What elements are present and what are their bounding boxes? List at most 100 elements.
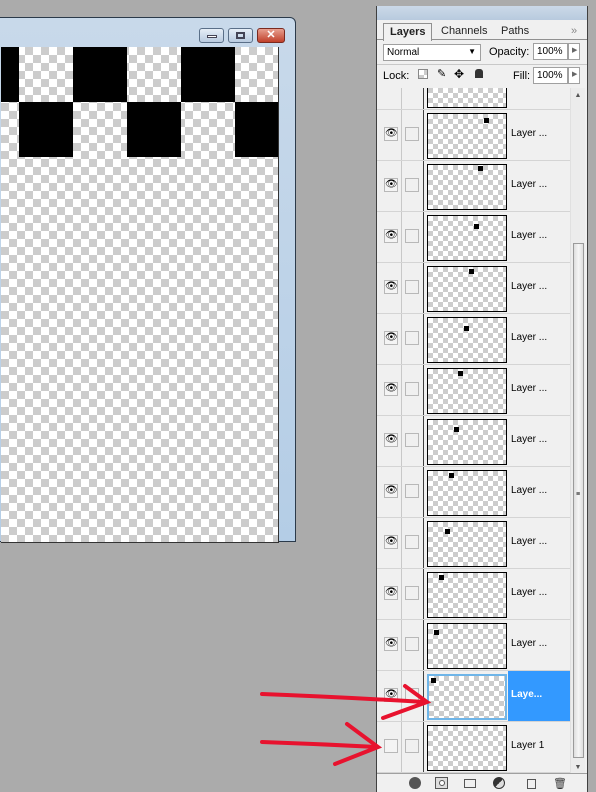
eye-icon[interactable]: 👁 — [384, 178, 398, 192]
layer-row[interactable]: 👁 Layer ... — [377, 365, 570, 416]
layer-name[interactable]: Layer ... — [508, 365, 570, 415]
eye-icon[interactable]: 👁 — [384, 127, 398, 141]
layers-panel: Layers Channels Paths » Normal ▼ Opacity:… — [376, 6, 588, 792]
blend-mode-select[interactable]: Normal ▼ — [383, 44, 481, 61]
annotation-arrow-2 — [260, 740, 379, 749]
layer-thumbnail — [427, 725, 507, 771]
adjustment-layer-icon[interactable] — [493, 777, 505, 789]
tab-paths[interactable]: Paths — [495, 23, 535, 40]
layer-row[interactable]: 👁 Layer ... — [377, 620, 570, 671]
layer-name[interactable]: Layer ... — [508, 212, 570, 262]
layer-name[interactable]: Layer ... — [508, 467, 570, 517]
layer-row[interactable]: Layer 1 — [377, 722, 570, 773]
eye-icon[interactable]: 👁 — [384, 382, 398, 396]
fill-slider-button[interactable]: ▶ — [568, 67, 580, 84]
layer-thumbnail — [427, 164, 507, 210]
opacity-input[interactable]: 100% — [533, 43, 568, 60]
eye-icon[interactable]: 👁 — [384, 484, 398, 498]
panel-menu-icon[interactable]: » — [565, 23, 583, 40]
image-canvas[interactable] — [1, 47, 279, 543]
eye-icon[interactable]: 👁 — [384, 229, 398, 243]
lock-paint-icon[interactable]: ✎ — [437, 67, 446, 80]
layer-row[interactable]: 👁 Layer ... — [377, 110, 570, 161]
delete-layer-icon[interactable]: 🗑 — [553, 777, 567, 790]
layer-link-toggle[interactable] — [405, 586, 419, 600]
lock-position-icon[interactable]: ✥ — [454, 67, 464, 81]
layer-link-toggle[interactable] — [405, 535, 419, 549]
restore-icon — [236, 32, 245, 39]
eye-icon[interactable]: 👁 — [384, 433, 398, 447]
scroll-up-icon[interactable]: ▲ — [571, 92, 585, 99]
layers-scrollbar[interactable]: ▲ ≡ ▼ — [570, 88, 585, 773]
layer-row[interactable]: 👁 Layer ... — [377, 212, 570, 263]
layer-thumbnail — [427, 113, 507, 159]
layer-link-toggle[interactable] — [405, 637, 419, 651]
layer-row[interactable]: 👁 Layer ... — [377, 263, 570, 314]
chevron-down-icon: ▼ — [468, 47, 476, 56]
layer-link-toggle[interactable] — [405, 127, 419, 141]
layer-row[interactable]: 👁 Layer ... — [377, 161, 570, 212]
layer-row[interactable]: 👁 Layer ... — [377, 467, 570, 518]
fill-input[interactable]: 100% — [533, 67, 568, 84]
visibility-toggle[interactable] — [384, 739, 398, 753]
fill-label: Fill: — [513, 70, 531, 82]
layer-link-toggle[interactable] — [405, 433, 419, 447]
eye-icon[interactable]: 👁 — [384, 637, 398, 651]
layer-thumbnail — [427, 419, 507, 465]
add-mask-icon[interactable] — [435, 777, 448, 789]
layer-name[interactable]: Layer ... — [508, 620, 570, 670]
layer-name[interactable]: Layer ... — [508, 161, 570, 211]
layer-name[interactable]: Layer 1 — [508, 722, 570, 772]
layer-thumbnail — [427, 674, 507, 720]
layer-name[interactable]: Layer ... — [508, 569, 570, 619]
layer-name[interactable]: Layer ... — [508, 263, 570, 313]
layer-link-toggle[interactable] — [405, 484, 419, 498]
lock-all-icon[interactable] — [475, 69, 483, 78]
layer-thumbnail — [427, 572, 507, 618]
layer-link-toggle[interactable] — [405, 229, 419, 243]
layer-name[interactable]: Layer ... — [508, 518, 570, 568]
layer-thumbnail — [427, 88, 507, 108]
tab-layers[interactable]: Layers — [383, 23, 433, 41]
layer-row[interactable]: 👁 Layer ... — [377, 569, 570, 620]
layer-row[interactable]: 👁 Layer ... — [377, 518, 570, 569]
minimize-button[interactable] — [199, 28, 224, 43]
layer-row[interactable]: 👁 Layer ... — [377, 314, 570, 365]
layer-thumbnail — [427, 470, 507, 516]
lock-label: Lock: — [383, 70, 410, 82]
eye-icon[interactable]: 👁 — [384, 331, 398, 345]
new-group-icon[interactable] — [464, 779, 476, 788]
layer-row-partial[interactable] — [377, 88, 570, 110]
layer-row[interactable]: 👁 Laye... — [377, 671, 570, 722]
layer-link-toggle[interactable] — [405, 178, 419, 192]
layer-row[interactable]: 👁 Layer ... — [377, 416, 570, 467]
scroll-down-icon[interactable]: ▼ — [571, 764, 585, 771]
layer-link-toggle[interactable] — [405, 280, 419, 294]
layer-link-toggle[interactable] — [405, 331, 419, 345]
eye-icon[interactable]: 👁 — [384, 280, 398, 294]
layer-name[interactable]: Layer ... — [508, 416, 570, 466]
eye-icon[interactable]: 👁 — [384, 535, 398, 549]
layer-thumbnail — [427, 266, 507, 312]
layer-link-toggle[interactable] — [405, 739, 419, 753]
eye-icon[interactable]: 👁 — [384, 586, 398, 600]
scrollbar-thumb[interactable]: ≡ — [573, 243, 584, 758]
layers-list: 👁 Layer ... 👁 Layer ... 👁 Layer ... 👁 Layer ...… — [377, 88, 570, 773]
layer-link-toggle[interactable] — [405, 688, 419, 702]
eye-icon[interactable]: 👁 — [384, 688, 398, 702]
opacity-label: Opacity: — [489, 46, 530, 58]
document-window: ✕ — [0, 17, 296, 543]
layer-link-toggle[interactable] — [405, 382, 419, 396]
lock-transparency-icon[interactable] — [418, 69, 428, 79]
add-layer-style-icon[interactable] — [409, 777, 421, 789]
restore-button[interactable] — [228, 28, 253, 43]
close-button[interactable]: ✕ — [257, 28, 285, 43]
panel-tabs: Layers Channels Paths » — [377, 20, 587, 41]
layer-name[interactable]: Layer ... — [508, 314, 570, 364]
layer-name[interactable]: Layer ... — [508, 110, 570, 160]
new-layer-icon[interactable] — [527, 779, 536, 789]
tab-channels[interactable]: Channels — [435, 23, 493, 40]
layer-name[interactable]: Laye... — [508, 671, 570, 721]
close-icon: ✕ — [266, 29, 276, 41]
opacity-slider-button[interactable]: ▶ — [568, 43, 580, 60]
